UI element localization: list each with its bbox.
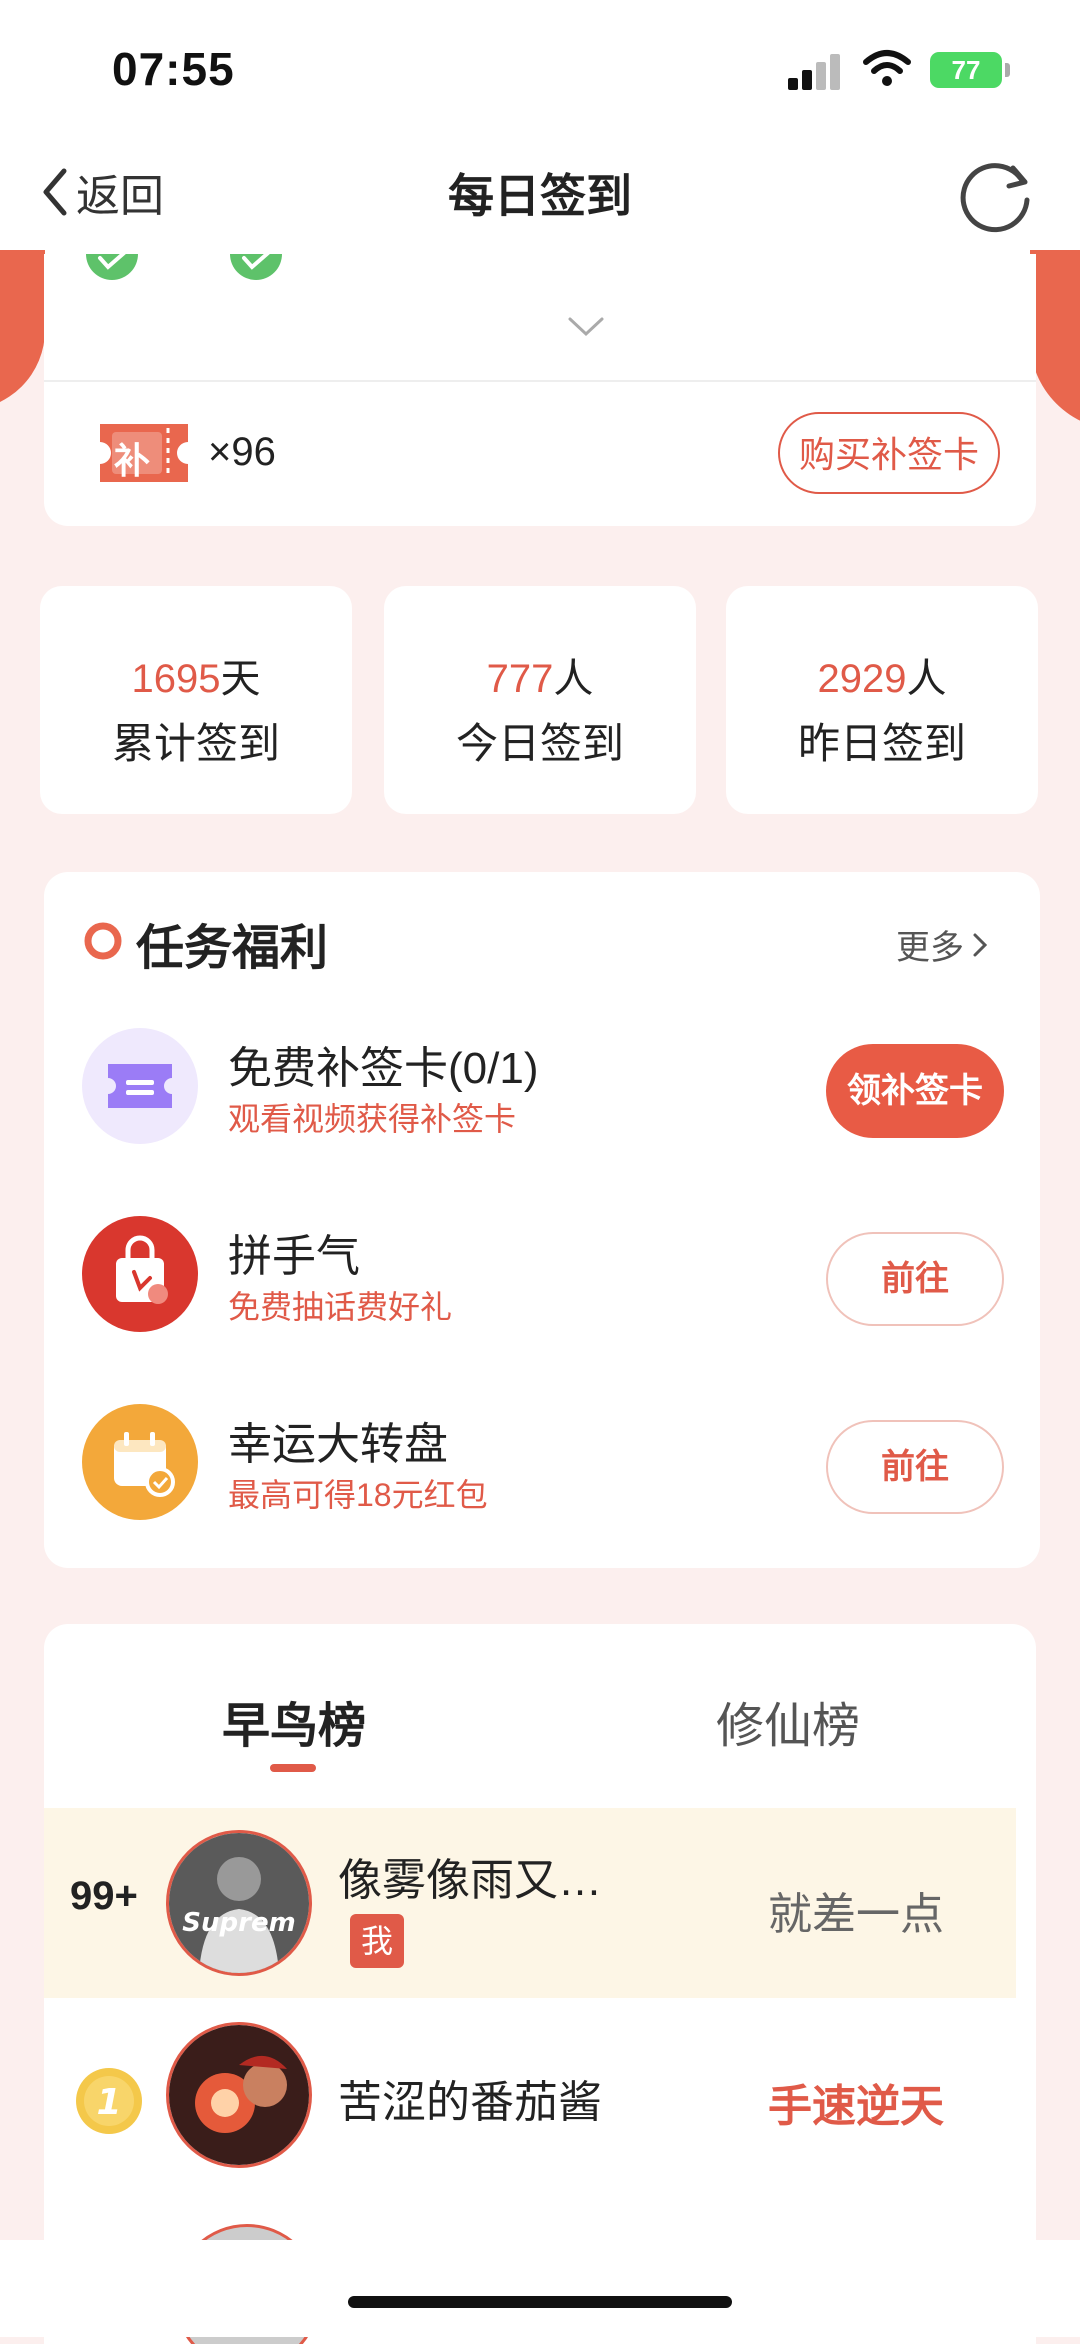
task-subtitle: 免费抽话费好礼 (228, 1289, 453, 1325)
stat-unit: 天 (220, 657, 261, 701)
ranking-row[interactable]: 1 苦涩的番茄酱 手速逆天 (44, 2000, 1016, 2190)
avatar (166, 2022, 312, 2168)
stat-label: 今日签到 (455, 720, 624, 767)
task-item: 免费补签卡(0/1) 观看视频获得补签卡 领补签卡 (44, 1028, 1040, 1148)
medal-rank: 1 (96, 2082, 121, 2123)
battery-icon: 77 (930, 52, 1002, 88)
stat-number: 1695 (131, 657, 221, 701)
rank-status: 就差一点 (768, 1890, 944, 1939)
stat-unit: 人 (906, 657, 947, 701)
user-name: 苦涩的番茄酱 (338, 2078, 602, 2127)
tab-indicator (270, 1764, 316, 1772)
task-subtitle: 最高可得18元红包 (228, 1477, 488, 1513)
stat-unit: 人 (553, 657, 594, 701)
battery-level: 77 (951, 55, 981, 85)
avatar: Suprem (166, 1830, 312, 1976)
makeup-card-icon: 补 (96, 418, 192, 488)
stat-label: 累计签到 (111, 720, 280, 767)
stat-label: 昨日签到 (797, 720, 966, 767)
calendar-icon (82, 1404, 198, 1520)
ranking-row-me[interactable]: 99+ Suprem 像雾像雨又… 我 就差一点 (44, 1808, 1016, 1998)
go-button[interactable]: 前往 (826, 1232, 1004, 1326)
makeup-card-count: ×96 (208, 430, 276, 474)
status-time: 07:55 (112, 43, 235, 95)
refresh-icon (960, 163, 1030, 233)
task-title: 拼手气 (228, 1232, 360, 1281)
shopping-bag-icon (82, 1216, 198, 1332)
stat-card-today: 777人 今日签到 (384, 586, 696, 814)
stat-card-yesterday: 2929人 昨日签到 (726, 586, 1038, 814)
task-subtitle: 观看视频获得补签卡 (228, 1101, 517, 1137)
user-name: 像雾像雨又… (338, 1856, 602, 1905)
gold-medal-icon: 1 (76, 2068, 142, 2134)
refresh-button[interactable] (955, 152, 1037, 234)
nav-bar: 返回 每日签到 (0, 130, 1080, 254)
page-title: 每日签到 (448, 170, 632, 222)
chevron-right-icon (973, 933, 988, 956)
ranking-card: 早鸟榜 修仙榜 99+ Suprem 像雾像雨又… 我 就差一点 1 苦涩的番茄… (44, 1624, 1036, 2344)
more-label: 更多 (896, 929, 964, 967)
buy-makeup-card-button[interactable]: 购买补签卡 (778, 412, 1000, 494)
claim-makeup-card-button[interactable]: 领补签卡 (826, 1044, 1004, 1138)
task-item: 拼手气 免费抽话费好礼 前往 (44, 1216, 1040, 1336)
makeup-card-text: 补 (114, 440, 151, 481)
stat-number: 2929 (817, 657, 907, 701)
home-indicator-area (0, 2240, 1080, 2337)
checked-day-icon (86, 254, 138, 280)
task-item: 幸运大转盘 最高可得18元红包 前往 (44, 1404, 1040, 1524)
rank-status: 手速逆天 (768, 2082, 944, 2131)
header-decoration-right (1030, 250, 1080, 430)
home-indicator[interactable] (348, 2296, 732, 2308)
rank-number: 99+ (70, 1874, 138, 1918)
divider (44, 380, 1036, 382)
task-title: 免费补签卡(0/1) (228, 1044, 539, 1093)
checked-day-icon (230, 254, 282, 280)
coupon-icon (82, 1028, 198, 1144)
go-button[interactable]: 前往 (826, 1420, 1004, 1514)
chevron-down-icon[interactable] (567, 316, 605, 338)
avatar-text: Suprem (182, 1908, 295, 1938)
checkin-card: 补 ×96 购买补签卡 (44, 254, 1036, 526)
status-bar: 07:55 77 (0, 0, 1080, 130)
me-badge: 我 (350, 1914, 404, 1968)
section-dot-icon (84, 922, 122, 960)
tasks-card: 任务福利 更多 免费补签卡(0/1) 观看视频获得补签卡 领补签卡 拼手气 免费… (44, 872, 1040, 1568)
wifi-icon (862, 46, 912, 90)
tab-early-bird[interactable]: 早鸟榜 (222, 1686, 366, 1756)
header-decoration-left (0, 250, 45, 410)
tab-cultivation[interactable]: 修仙榜 (716, 1686, 860, 1756)
stat-number: 777 (486, 657, 554, 701)
battery-cap (1005, 63, 1010, 77)
stat-card-total: 1695天 累计签到 (40, 586, 352, 814)
section-title: 任务福利 (136, 922, 329, 975)
more-link[interactable]: 更多 (896, 920, 990, 969)
signal-icon (788, 52, 848, 90)
task-title: 幸运大转盘 (228, 1420, 448, 1469)
